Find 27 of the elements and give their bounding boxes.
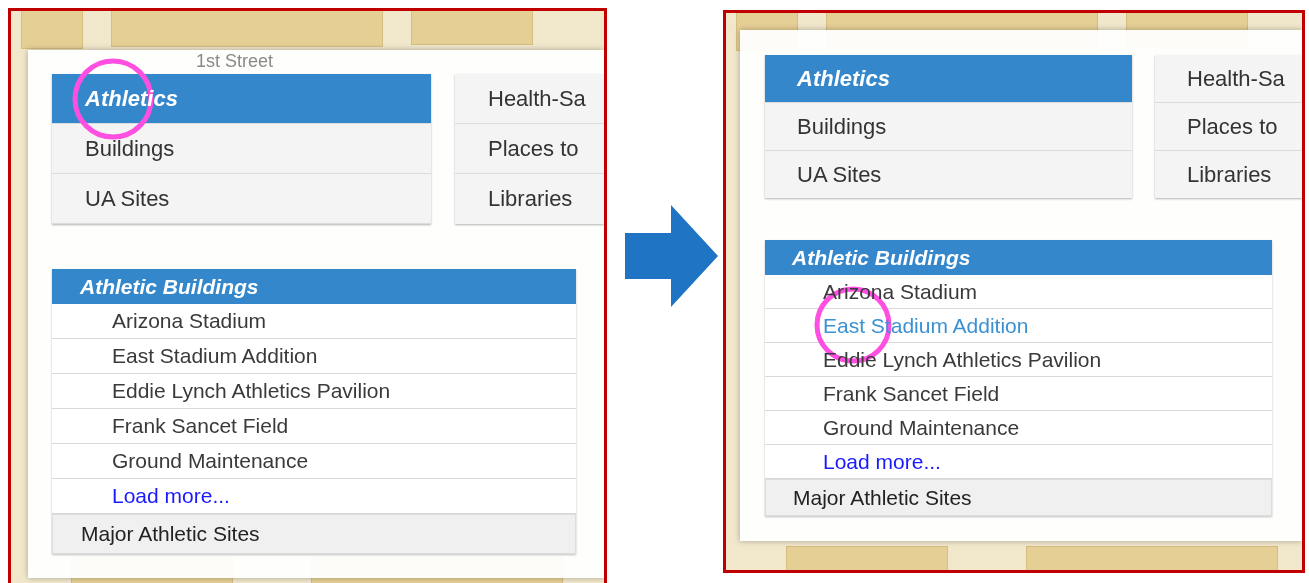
- list-item[interactable]: Eddie Lynch Athletics Pavilion: [52, 374, 576, 409]
- list-item[interactable]: Frank Sancet Field: [52, 409, 576, 444]
- list-item[interactable]: Major Athletic Sites: [765, 479, 1272, 516]
- map-building: [21, 11, 83, 49]
- list-item[interactable]: East Stadium Addition: [52, 339, 576, 374]
- category-item[interactable]: Libraries: [1155, 151, 1302, 198]
- category-item[interactable]: UA Sites: [52, 174, 431, 224]
- load-more-link[interactable]: Load more...: [52, 479, 576, 514]
- category-item[interactable]: Libraries: [455, 174, 604, 223]
- category-item[interactable]: Places to: [455, 124, 604, 174]
- category-item[interactable]: Places to: [1155, 103, 1302, 151]
- list-header: Athletic Buildings: [52, 269, 576, 304]
- category-item[interactable]: Buildings: [765, 103, 1132, 151]
- load-more-link[interactable]: Load more...: [765, 445, 1272, 479]
- arrow-icon: [625, 205, 718, 307]
- list-header: Athletic Buildings: [765, 240, 1272, 275]
- category-item[interactable]: Athletics: [765, 55, 1132, 103]
- category-item[interactable]: Buildings: [52, 124, 431, 174]
- category-item[interactable]: Health-Sa: [455, 74, 604, 124]
- category-item[interactable]: Health-Sa: [1155, 55, 1302, 103]
- list-item[interactable]: Arizona Stadium: [52, 304, 576, 339]
- list-item[interactable]: Ground Maintenance: [765, 411, 1272, 445]
- category-item[interactable]: UA Sites: [765, 151, 1132, 198]
- list-item[interactable]: Ground Maintenance: [52, 444, 576, 479]
- street-label: 1st Street: [196, 51, 274, 72]
- list-item[interactable]: Frank Sancet Field: [765, 377, 1272, 411]
- list-item[interactable]: Major Athletic Sites: [52, 514, 576, 554]
